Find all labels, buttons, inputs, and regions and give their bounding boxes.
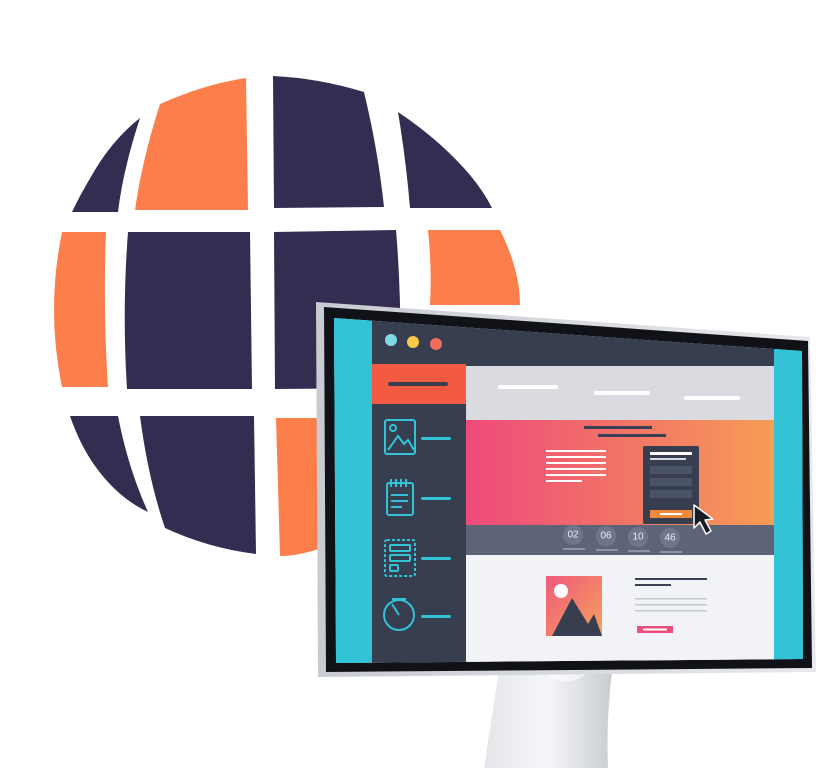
window-dot-teal[interactable] <box>385 334 397 346</box>
illustration-svg: 02 06 10 46 <box>54 76 816 768</box>
hero-title-line <box>584 426 652 429</box>
signup-form-card <box>643 446 699 524</box>
form-field[interactable] <box>650 490 692 498</box>
window-dot-red[interactable] <box>430 338 442 350</box>
countdown-value: 06 <box>600 531 612 542</box>
nav-link[interactable] <box>498 385 558 389</box>
globe-segment <box>124 232 252 389</box>
globe-segment <box>398 112 492 208</box>
form-field[interactable] <box>650 478 692 486</box>
sidebar-item-line <box>421 615 451 618</box>
countdown-value: 10 <box>632 532 644 543</box>
countdown-value: 46 <box>664 533 676 544</box>
globe-segment <box>276 418 322 556</box>
content-thumbnail[interactable] <box>546 576 602 636</box>
globe-segment <box>135 78 248 210</box>
illustration-scene: 02 06 10 46 <box>0 0 839 768</box>
content-area <box>466 555 774 663</box>
form-field[interactable] <box>650 466 692 474</box>
globe-segment <box>72 118 140 212</box>
nav-link[interactable] <box>594 391 650 395</box>
sidebar-item-line <box>421 437 451 440</box>
countdown-value: 02 <box>567 530 579 541</box>
monitor-stand <box>484 665 612 768</box>
window-dot-yellow[interactable] <box>407 336 419 348</box>
globe-segment <box>140 416 256 554</box>
globe-segment <box>54 232 108 387</box>
globe-segment <box>428 230 520 305</box>
teal-side-strip-left <box>334 318 374 663</box>
screen: 02 06 10 46 <box>334 318 803 663</box>
globe-segment <box>273 76 384 208</box>
monitor: 02 06 10 46 <box>316 302 816 677</box>
countdown-bar <box>466 525 774 555</box>
nav-link[interactable] <box>684 396 740 400</box>
sidebar-header-line <box>388 382 448 386</box>
hero-title-line <box>598 434 666 437</box>
globe-segment <box>70 416 148 512</box>
sidebar-item-line <box>421 497 451 500</box>
sidebar-item-line <box>421 557 451 560</box>
